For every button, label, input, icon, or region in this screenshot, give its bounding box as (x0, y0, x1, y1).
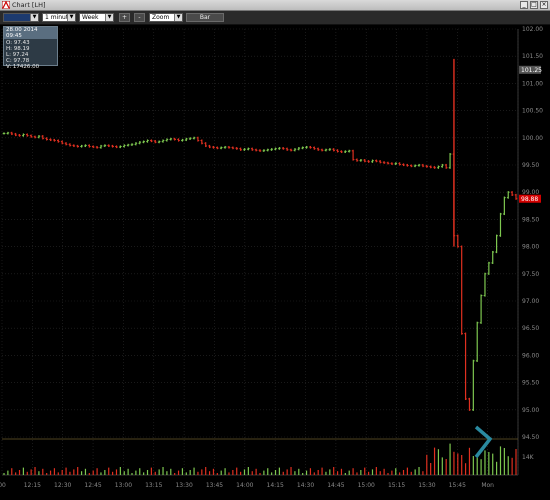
time-tick-label: 12:15 (24, 482, 41, 489)
chart-app-icon (2, 1, 10, 9)
chart-toolbar: ▼ 1 minute ▼ Week ▼ + - Zoom ▼ Bar (0, 11, 550, 25)
time-tick-label: Mon (481, 482, 494, 489)
range-dropdown-value: Week (82, 14, 99, 21)
chevron-down-icon[interactable]: ▼ (67, 14, 75, 21)
price-tick-label: 96.00 (522, 352, 539, 359)
time-tick-label: 12:45 (84, 482, 101, 489)
zoom-dropdown[interactable]: Zoom ▼ (149, 13, 183, 22)
time-tick-label: 14:45 (327, 482, 344, 489)
maximize-icon[interactable]: □ (530, 1, 538, 9)
chart-grid (1, 28, 519, 476)
time-tick-label: 12:30 (54, 482, 71, 489)
bar-info-timestamp: 28.00 2014 09:45 (4, 27, 57, 39)
time-tick-label: 13:30 (175, 482, 192, 489)
chevron-down-icon[interactable]: ▼ (105, 14, 113, 21)
price-tick-label: 99.50 (522, 162, 539, 169)
zoom-in-button[interactable]: + (119, 13, 130, 22)
price-tick-label: 101.50 (522, 53, 543, 60)
window-title-bar[interactable]: Chart [LH] _ □ × (0, 0, 550, 11)
interval-dropdown[interactable]: 1 minute ▼ (42, 13, 76, 22)
chevron-down-icon[interactable]: ▼ (174, 14, 182, 21)
zoom-dropdown-value: Zoom (152, 14, 170, 21)
price-tick-label: 95.50 (522, 380, 539, 387)
bar-info-volume: V: 17426.00 (6, 64, 40, 70)
time-tick-label: 14:30 (297, 482, 314, 489)
volume-bars (3, 443, 517, 475)
time-tick-label: 13:15 (145, 482, 162, 489)
time-tick-label: 15:15 (388, 482, 405, 489)
chart-type-button[interactable]: Bar (186, 13, 224, 22)
zoom-out-button[interactable]: - (134, 13, 145, 22)
time-tick-label: 15:30 (418, 482, 435, 489)
price-tick-label: 101.00 (522, 80, 543, 87)
time-tick-label: 14:15 (267, 482, 284, 489)
time-tick-label: 13:00 (115, 482, 132, 489)
price-tick-label: 102.00 (522, 26, 543, 33)
window-title: Chart [LH] (12, 1, 46, 9)
price-marker-label: 101.25 (521, 67, 542, 74)
price-tick-label: 96.50 (522, 325, 539, 332)
price-marker-label: 98.88 (521, 196, 538, 203)
volume-axis-label: 14K (522, 454, 535, 461)
price-tick-label: 97.50 (522, 271, 539, 278)
price-tick-label: 100.00 (522, 135, 543, 142)
time-axis: 00 12:15 12:30 12:45 13:00 13:15 13:30 13:45 14:… (0, 482, 494, 489)
range-dropdown[interactable]: Week ▼ (79, 13, 114, 22)
price-tick-label: 95.00 (522, 407, 539, 414)
chevron-down-icon[interactable]: ▼ (30, 14, 38, 21)
time-tick-label: 13:45 (206, 482, 223, 489)
time-tick-label: 15:45 (449, 482, 466, 489)
price-tick-label: 98.50 (522, 216, 539, 223)
minimize-icon[interactable]: _ (520, 1, 528, 9)
bar-info-box: 28.00 2014 09:45 O: 97.43 H: 98.19 L: 97… (3, 26, 58, 70)
symbol-dropdown[interactable]: ▼ (3, 13, 39, 22)
price-tick-label: 97.00 (522, 298, 539, 305)
price-bars (2, 58, 518, 411)
price-tick-label: 98.00 (522, 244, 539, 251)
price-tick-label: 100.50 (522, 108, 543, 115)
price-chart[interactable]: 102.00101.50101.00100.50100.0099.5099.00… (0, 25, 550, 500)
time-tick-label: 14:00 (236, 482, 253, 489)
close-icon[interactable]: × (540, 1, 548, 9)
price-axis: 102.00101.50101.00100.50100.0099.5099.00… (522, 26, 543, 461)
time-tick-label: 00 (0, 482, 6, 489)
time-tick-label: 15:00 (358, 482, 375, 489)
price-tick-label: 94.50 (522, 434, 539, 441)
